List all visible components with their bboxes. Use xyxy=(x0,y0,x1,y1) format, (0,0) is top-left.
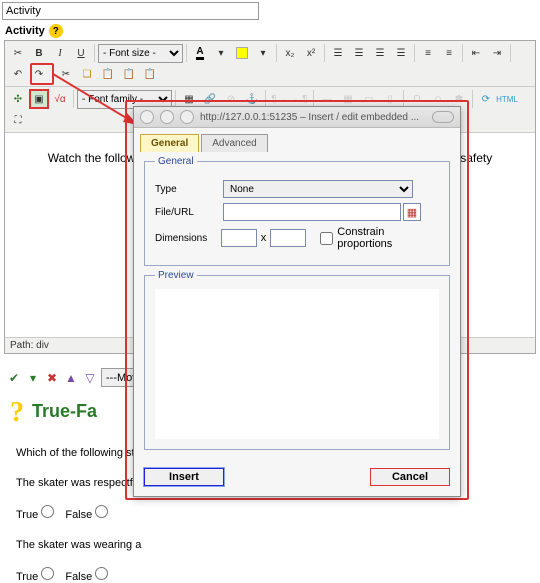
file-url-input[interactable] xyxy=(223,203,401,221)
toolbar-separator xyxy=(276,44,277,62)
math-icon[interactable]: √α xyxy=(50,89,70,109)
nav-reload-icon[interactable] xyxy=(180,110,194,124)
toolbar-separator xyxy=(94,44,95,62)
align-center-button[interactable]: ☰ xyxy=(349,43,369,63)
superscript-button[interactable]: x² xyxy=(301,43,321,63)
true-label: True xyxy=(16,571,38,583)
text-color-button[interactable]: A xyxy=(190,43,210,63)
toolbar-separator xyxy=(462,44,463,62)
dialog-titlebar: http://127.0.0.1:51235 – Insert / edit e… xyxy=(134,107,460,128)
false-radio-1[interactable] xyxy=(95,505,108,518)
general-legend: General xyxy=(155,156,197,167)
radio-row-2: True False xyxy=(16,567,530,583)
tab-general[interactable]: General xyxy=(140,134,199,152)
tab-advanced[interactable]: Advanced xyxy=(201,134,267,152)
toolbar-separator xyxy=(73,90,74,108)
toolbar-separator xyxy=(510,44,511,62)
insert-media-dialog: http://127.0.0.1:51235 – Insert / edit e… xyxy=(133,106,461,497)
dialog-tabstrip: General Advanced xyxy=(140,134,454,152)
toolbar-separator xyxy=(414,44,415,62)
toolbar-separator xyxy=(186,44,187,62)
radio-row-1: True False xyxy=(16,505,530,521)
subscript-button[interactable]: x₂ xyxy=(280,43,300,63)
paste-button[interactable]: 📋 xyxy=(98,64,118,84)
false-label: False xyxy=(65,571,92,583)
html-button[interactable]: HTML xyxy=(497,89,517,109)
cut-button[interactable]: ✂ xyxy=(56,64,76,84)
font-size-select[interactable]: - Font size - xyxy=(98,44,183,63)
type-select[interactable]: None xyxy=(223,180,413,198)
dialog-address: http://127.0.0.1:51235 – Insert / edit e… xyxy=(200,112,426,123)
width-input[interactable] xyxy=(221,229,257,247)
align-justify-button[interactable]: ☰ xyxy=(391,43,411,63)
bg-color-dropdown-icon[interactable]: ▾ xyxy=(253,43,273,63)
down-icon[interactable]: ▾ xyxy=(25,370,41,386)
delete-icon[interactable]: ✖ xyxy=(44,370,60,386)
italic-button[interactable]: I xyxy=(50,43,70,63)
path-label: Path: xyxy=(10,340,33,351)
fullscreen-button[interactable]: ⛶ xyxy=(8,110,28,130)
path-value[interactable]: div xyxy=(36,340,49,351)
ordered-list-button[interactable]: ≡ xyxy=(418,43,438,63)
toolbar-separator xyxy=(52,65,53,83)
paste-word-button[interactable]: 📋 xyxy=(140,64,160,84)
nav-forward-icon[interactable] xyxy=(160,110,174,124)
up-triangle-icon[interactable]: ▲ xyxy=(63,370,79,386)
false-radio-2[interactable] xyxy=(95,567,108,580)
dim-x: x xyxy=(261,232,267,244)
insert-button[interactable]: Insert xyxy=(144,468,224,486)
true-label: True xyxy=(16,509,38,521)
toolbar-separator xyxy=(324,44,325,62)
false-label: False xyxy=(65,509,92,521)
help-icon[interactable]: ? xyxy=(49,24,63,38)
toolbar-separator xyxy=(472,90,473,108)
true-radio-1[interactable] xyxy=(41,505,54,518)
dimensions-label: Dimensions xyxy=(155,233,221,244)
height-input[interactable] xyxy=(270,229,306,247)
toolbar-row-1: ✂ B I U - Font size - A ▾ ▾ x₂ x² ☰ ☰ ☰ … xyxy=(5,41,535,87)
true-radio-2[interactable] xyxy=(41,567,54,580)
constrain-checkbox[interactable] xyxy=(320,232,333,245)
check-icon[interactable]: ✔ xyxy=(6,370,22,386)
dialog-toggle-icon[interactable] xyxy=(432,111,454,123)
undo-button[interactable]: ↶ xyxy=(8,64,28,84)
activity-title-input[interactable] xyxy=(2,2,259,20)
tree-icon[interactable]: ✣ xyxy=(8,89,28,109)
paste-text-button[interactable]: 📋 xyxy=(119,64,139,84)
nav-back-icon[interactable] xyxy=(140,110,154,124)
bold-button[interactable]: B xyxy=(29,43,49,63)
copy-button[interactable]: ❏ xyxy=(77,64,97,84)
question-mark-icon: ? xyxy=(10,397,24,429)
file-url-label: File/URL xyxy=(155,207,223,218)
activity-field-label: Activity xyxy=(5,25,45,37)
bg-color-button[interactable] xyxy=(232,43,252,63)
preview-box xyxy=(155,289,439,439)
indent-button[interactable]: ⇥ xyxy=(487,43,507,63)
align-left-button[interactable]: ☰ xyxy=(328,43,348,63)
statement-2: The skater was wearing a xyxy=(16,539,530,551)
align-right-button[interactable]: ☰ xyxy=(370,43,390,63)
insert-media-button[interactable]: ▣ xyxy=(29,89,49,109)
redo-button[interactable]: ↷ xyxy=(29,64,49,84)
constrain-label: Constrain proportions xyxy=(337,226,439,250)
preview-legend: Preview xyxy=(155,270,197,281)
text-color-dropdown-icon[interactable]: ▾ xyxy=(211,43,231,63)
preview-fieldset: Preview xyxy=(144,270,450,450)
outdent-button[interactable]: ⇤ xyxy=(466,43,486,63)
general-fieldset: General Type None File/URL ▦ Dimensions … xyxy=(144,156,450,266)
type-label: Type xyxy=(155,184,223,195)
file-browse-button[interactable]: ▦ xyxy=(403,203,421,221)
cancel-button[interactable]: Cancel xyxy=(370,468,450,486)
unordered-list-button[interactable]: ≡ xyxy=(439,43,459,63)
underline-button[interactable]: U xyxy=(71,43,91,63)
down-triangle-icon[interactable]: ▽ xyxy=(82,370,98,386)
refresh-icon[interactable]: ⟳ xyxy=(476,89,496,109)
source-icon[interactable]: ✂ xyxy=(8,43,28,63)
